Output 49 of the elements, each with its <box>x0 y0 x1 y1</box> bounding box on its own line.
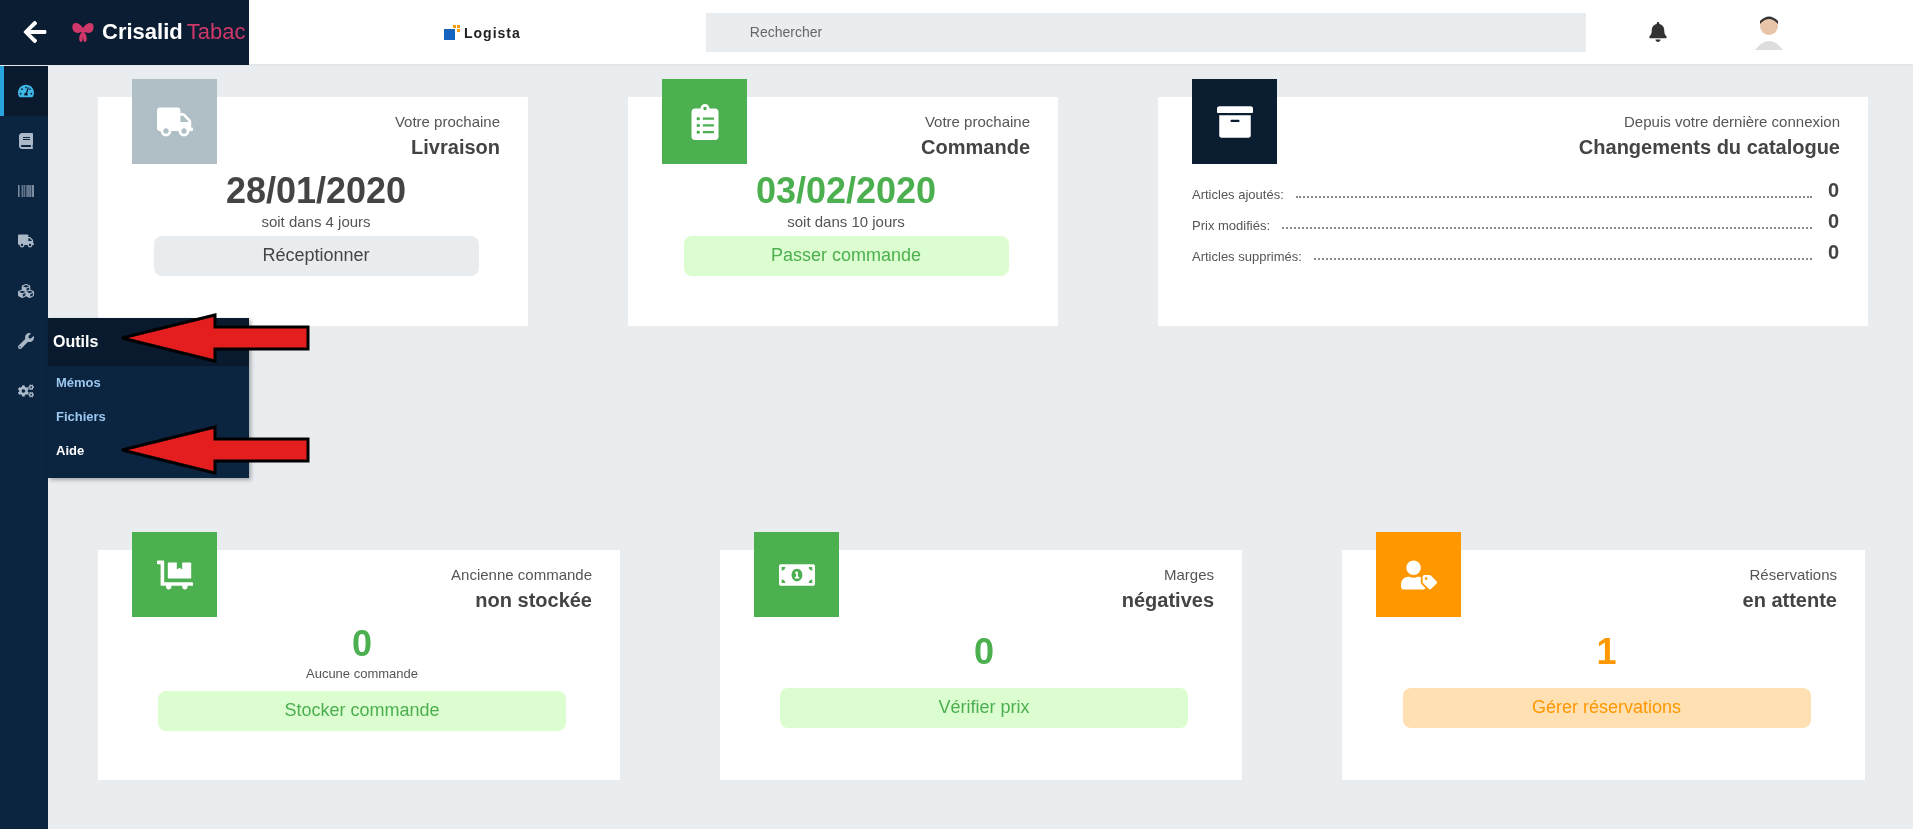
notification-bell-icon[interactable] <box>1647 22 1668 42</box>
brand-name: Crisalid <box>102 19 183 45</box>
card-note: soit dans 4 jours <box>261 212 371 230</box>
flyout-menu-item[interactable]: Fichiers <box>56 400 106 434</box>
stat-label: Articles supprimés: <box>1192 249 1302 264</box>
archive-box-icon <box>1216 103 1253 140</box>
stat-value: 0 <box>1828 179 1840 202</box>
card-note: soit dans 10 jours <box>787 212 905 230</box>
stat-value: 0 <box>1828 210 1840 233</box>
stat-value: 0 <box>1828 241 1840 264</box>
stat-label: Prix modifiés: <box>1192 218 1271 233</box>
action-button[interactable]: Réceptionner <box>153 235 479 276</box>
butterfly-icon <box>70 20 96 44</box>
card-title: Livraison <box>411 136 500 159</box>
flyout-menu-item[interactable]: Aide <box>56 434 85 468</box>
avatar-icon[interactable] <box>1752 14 1785 50</box>
card-subtitle: Marges <box>1163 566 1214 583</box>
card-subtitle: Ancienne commande <box>451 566 592 583</box>
card-subtitle: Depuis votre dernière connexion <box>1624 113 1840 130</box>
back-button[interactable] <box>22 19 48 45</box>
date-value: 28/01/2020 <box>225 171 407 211</box>
date-value: 03/02/2020 <box>755 171 937 211</box>
book-icon <box>18 133 34 149</box>
card-title: Changements du catalogue <box>1578 136 1840 159</box>
gauge-icon <box>18 83 34 99</box>
card-subtitle: Réservations <box>1749 566 1837 583</box>
partner-name: Logista <box>464 25 521 41</box>
search-field[interactable]: Rechercher <box>705 12 1586 52</box>
card-note: Aucune commande <box>306 665 418 681</box>
boxes-icon <box>18 283 34 299</box>
flyout-title: Outils <box>53 333 99 351</box>
count-value: 0 <box>974 632 994 672</box>
card-title: en attente <box>1742 589 1837 612</box>
truck-icon <box>18 233 34 249</box>
settings-icon <box>18 383 34 399</box>
partner-logo-icon <box>444 23 462 41</box>
card-subtitle: Votre prochaine <box>924 113 1030 130</box>
count-value: 0 <box>352 624 372 664</box>
flyout-menu-item[interactable]: Mémos <box>56 366 101 400</box>
card-title: Commande <box>921 136 1030 159</box>
sidebar-item[interactable] <box>0 66 48 116</box>
card-title: négatives <box>1121 589 1214 612</box>
barcode-icon <box>18 183 34 199</box>
wrench-icon <box>18 333 34 349</box>
card-title: non stockée <box>475 589 592 612</box>
stat-label: Articles ajoutés: <box>1192 187 1284 202</box>
brand-suffix: Tabac <box>186 19 246 45</box>
card-subtitle: Votre prochaine <box>394 113 500 130</box>
count-value: 1 <box>1596 632 1617 672</box>
